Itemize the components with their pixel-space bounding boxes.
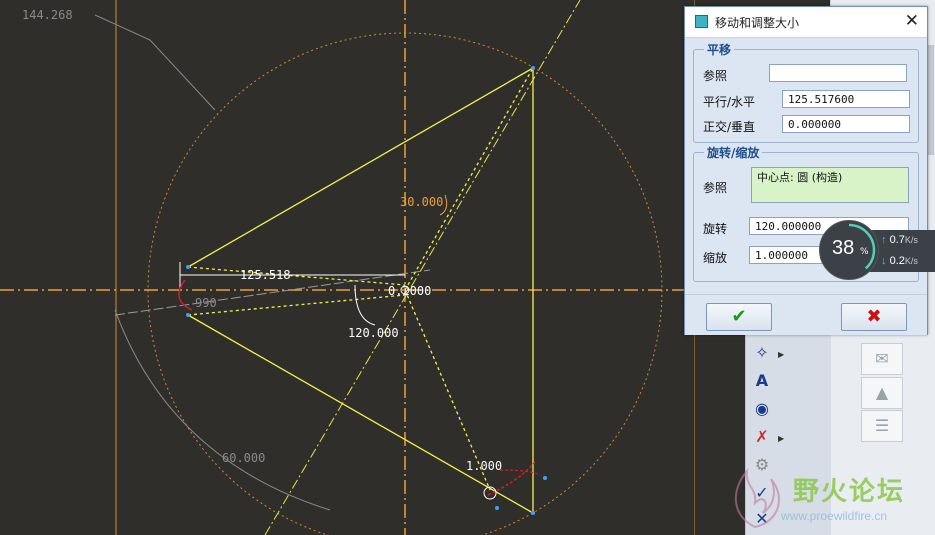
spline-tool-icon[interactable]: ✧ [749,342,775,364]
gauge-percent: 38 [832,237,855,259]
dialog-app-icon [695,15,708,28]
trim-tool-icon[interactable]: ✗ [749,426,775,448]
flame-logo-icon [734,467,780,529]
gauge-percent-unit: % [860,247,869,257]
horizontal-label: 平行/水平 [703,95,756,109]
dialog-title: 移动和调整大小 [715,16,800,30]
cancel-button[interactable]: ✖ [841,303,907,331]
upload-value: 0.7 [889,234,905,246]
dim-scale[interactable]: 1.000 [466,459,502,473]
scale-label: 缩放 [703,251,728,265]
vertical-label: 正交/垂直 [703,120,756,134]
close-icon[interactable]: ✕ [905,11,919,31]
network-speed-widget[interactable]: 38 % ↑ 0.7K/s ↓ 0.2K/s [819,220,935,280]
translate-group: 平移 参照 平行/水平 125.517600 正交/垂直 0.000000 [693,41,919,143]
arrow-down-icon: ↓ [881,255,887,267]
watermark-url: www.proewildfire.cn [781,509,888,523]
arrow-up-icon: ↑ [881,234,887,246]
vertical-input[interactable]: 0.000000 [782,115,910,133]
rotate-reference-label: 参照 [703,181,728,195]
rotate-label: 旋转 [703,222,728,236]
translate-reference-field[interactable] [769,64,907,82]
palette-tool-icon[interactable]: ◉ [749,398,775,420]
list-icon[interactable]: ☰ [861,410,903,442]
translate-legend: 平移 [704,41,735,58]
rotate-reference-field[interactable]: 中心点: 圆 (构造) [751,167,909,203]
cpu-gauge: 38 % [819,220,879,280]
dim-angle-top[interactable]: 30.000 [400,195,443,209]
move-resize-dialog: 移动和调整大小 ✕ 平移 参照 平行/水平 125.517600 正交/垂直 0… [684,6,928,335]
watermark-title: 野火论坛 [793,477,906,507]
download-value: 0.2 [889,255,905,267]
comment-icon[interactable]: ✉ [861,343,903,375]
dim-top-left[interactable]: 144.268 [22,8,73,22]
chevron-right-icon[interactable]: ▶ [778,434,784,443]
ok-button[interactable]: ✔ [706,303,772,331]
download-unit: K/s [904,256,918,266]
upload-unit: K/s [904,235,918,245]
download-speed: ↓ 0.2K/s [881,255,918,267]
eject-icon[interactable]: ▲ [861,377,903,409]
upload-speed: ↑ 0.7K/s [881,234,918,246]
horizontal-input[interactable]: 125.517600 [782,90,910,108]
dim-horizontal[interactable]: 125.518 [240,268,291,282]
dialog-titlebar[interactable]: 移动和调整大小 ✕ [685,7,927,38]
rotate-scale-legend: 旋转/缩放 [704,144,763,161]
forum-watermark: 野火论坛 www.proewildfire.cn [725,465,935,535]
text-tool-icon[interactable]: A [749,370,775,392]
chevron-right-icon[interactable]: ▶ [778,350,784,359]
dim-center[interactable]: 0.2000 [388,284,431,298]
translate-reference-label: 参照 [703,69,728,83]
dim-bottom-left[interactable]: 60.000 [222,451,265,465]
check-icon: ✔ [731,306,747,327]
x-icon: ✖ [866,306,882,327]
dim-left-small[interactable]: 990 [195,296,217,310]
sketch-canvas[interactable]: 144.268 125.518 120.000 30.000 990 0.200… [0,0,695,535]
dim-angle-mid[interactable]: 120.000 [348,326,399,340]
dialog-footer: ✔ ✖ [685,294,927,335]
